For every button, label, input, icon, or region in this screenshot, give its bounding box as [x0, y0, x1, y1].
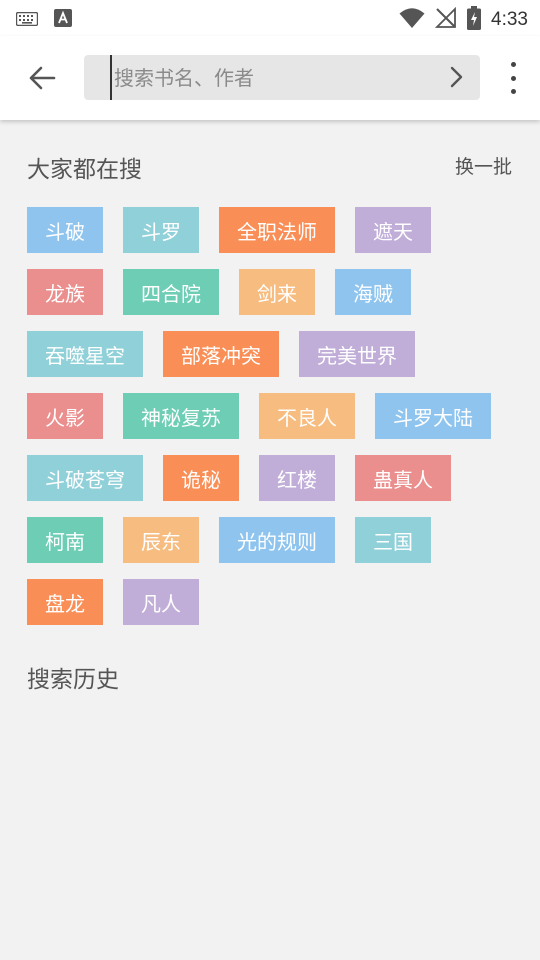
- tag-row: 盘龙 凡人: [27, 579, 517, 625]
- search-input[interactable]: [110, 55, 430, 100]
- hot-search-tag[interactable]: 凡人: [123, 579, 199, 625]
- hot-search-tag[interactable]: 剑来: [239, 269, 315, 315]
- refresh-batch-button[interactable]: 换一批: [455, 152, 512, 179]
- hot-search-tag[interactable]: 柯南: [27, 517, 103, 563]
- tag-row: 柯南 辰东 光的规则 三国: [27, 517, 517, 563]
- hot-search-tag[interactable]: 斗破: [27, 207, 103, 253]
- search-history-title: 搜索历史: [27, 667, 119, 693]
- search-box: [84, 55, 480, 100]
- more-vert-icon-dot: [510, 62, 516, 67]
- more-vert-icon-dot: [510, 89, 516, 94]
- font-a-icon: [54, 9, 72, 31]
- arrow-left-icon: [29, 66, 56, 90]
- hot-search-title: 大家都在搜: [27, 157, 142, 183]
- status-bar: 4:33: [0, 0, 540, 36]
- hot-search-tag[interactable]: 斗罗: [123, 207, 199, 253]
- hot-search-tag[interactable]: 海贼: [335, 269, 411, 315]
- hot-search-tag[interactable]: 斗破苍穹: [27, 455, 143, 501]
- no-signal-icon: [434, 6, 457, 33]
- tag-row: 吞噬星空 部落冲突 完美世界: [27, 331, 517, 377]
- hot-search-tag[interactable]: 神秘复苏: [123, 393, 239, 439]
- hot-search-tag[interactable]: 盘龙: [27, 579, 103, 625]
- wifi-icon: [399, 7, 425, 33]
- more-vert-icon-dot: [510, 75, 516, 81]
- more-options-button[interactable]: [506, 62, 520, 94]
- hot-search-tags: 斗破 斗罗 全职法师 遮天 龙族 四合院 剑来 海贼 吞噬星空 部落冲突 完美世界 火影 神秘复苏 不良人…: [27, 207, 517, 641]
- hot-search-tag[interactable]: 遮天: [355, 207, 431, 253]
- tag-row: 龙族 四合院 剑来 海贼: [27, 269, 517, 315]
- back-button[interactable]: [22, 58, 62, 98]
- battery-charging-icon: [467, 6, 482, 34]
- status-time: 4:33: [491, 9, 528, 30]
- hot-search-tag[interactable]: 不良人: [259, 393, 355, 439]
- hot-search-tag[interactable]: 吞噬星空: [27, 331, 143, 377]
- tag-row: 火影 神秘复苏 不良人 斗罗大陆: [27, 393, 517, 439]
- keyboard-icon: [15, 11, 39, 30]
- hot-search-tag[interactable]: 斗罗大陆: [375, 393, 491, 439]
- hot-search-tag[interactable]: 光的规则: [219, 517, 335, 563]
- hot-search-tag[interactable]: 四合院: [123, 269, 219, 315]
- chevron-right-icon: [450, 66, 463, 88]
- hot-search-tag[interactable]: 部落冲突: [163, 331, 279, 377]
- hot-search-tag[interactable]: 蛊真人: [355, 455, 451, 501]
- hot-search-tag[interactable]: 全职法师: [219, 207, 335, 253]
- search-app-bar: [0, 36, 540, 120]
- hot-search-tag[interactable]: 诡秘: [163, 455, 239, 501]
- hot-search-tag[interactable]: 火影: [27, 393, 103, 439]
- search-submit-button[interactable]: [444, 65, 468, 89]
- hot-search-tag[interactable]: 红楼: [259, 455, 335, 501]
- hot-search-tag[interactable]: 龙族: [27, 269, 103, 315]
- tag-row: 斗破 斗罗 全职法师 遮天: [27, 207, 517, 253]
- hot-search-tag[interactable]: 三国: [355, 517, 431, 563]
- hot-search-tag[interactable]: 完美世界: [299, 331, 415, 377]
- hot-search-tag[interactable]: 辰东: [123, 517, 199, 563]
- tag-row: 斗破苍穹 诡秘 红楼 蛊真人: [27, 455, 517, 501]
